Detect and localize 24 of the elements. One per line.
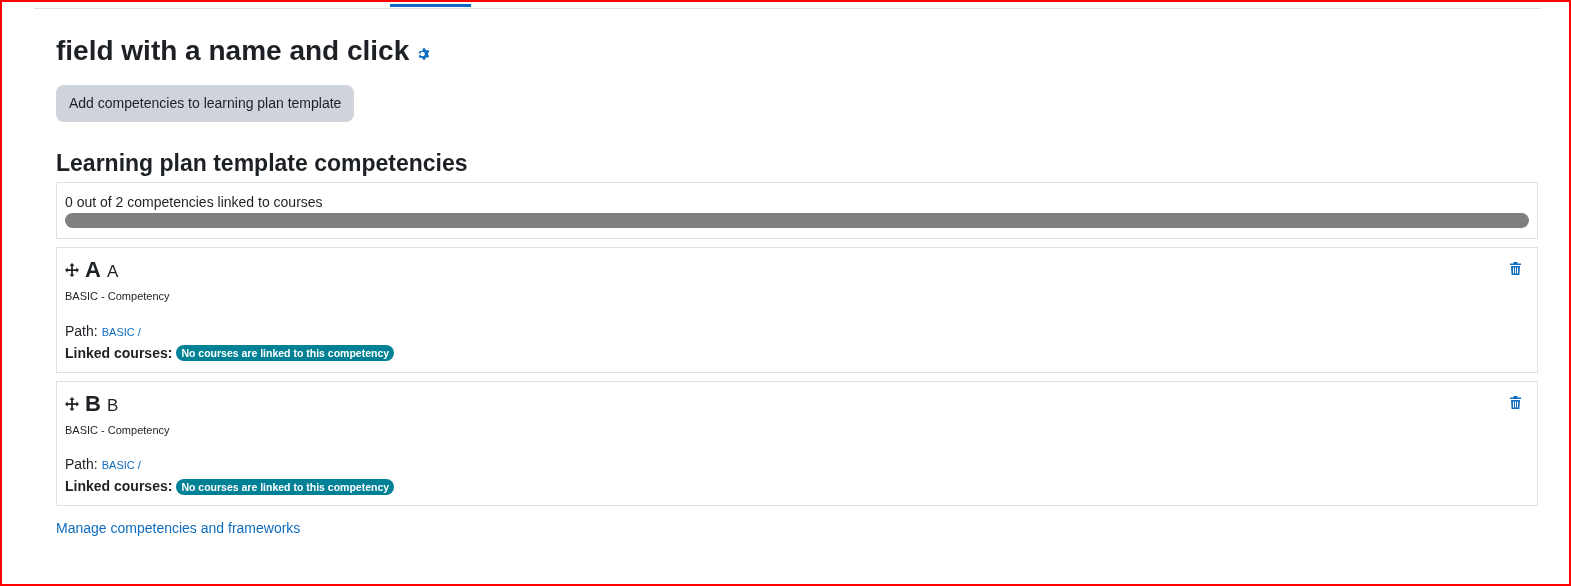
delete-icon[interactable] <box>1510 262 1521 275</box>
competency-idnumber: A <box>106 261 119 283</box>
settings-icon[interactable] <box>417 47 432 61</box>
move-icon[interactable] <box>65 396 79 411</box>
competency-idnumber: B <box>106 394 119 417</box>
path-link[interactable]: BASIC / <box>101 323 141 340</box>
manage-link[interactable]: Manage competencies and frameworks <box>56 518 1538 539</box>
section-heading: Learning plan template competencies <box>56 149 469 178</box>
competency-shortname: B <box>85 389 101 418</box>
status-badge: No courses are linked to this competency <box>176 478 395 495</box>
delete-icon[interactable] <box>1510 395 1521 409</box>
add-competencies-button[interactable]: Add competencies to learning plan template <box>56 85 355 122</box>
path-label: Path: <box>65 321 98 341</box>
progress-text: 0 out of 2 competencies linked to courses <box>65 193 324 211</box>
framework-label: BASIC - Competency <box>65 289 171 304</box>
page-title: field with a name and click <box>56 34 410 68</box>
linked-courses-label: Linked courses: <box>65 477 173 496</box>
status-badge: No courses are linked to this competency <box>176 345 395 361</box>
move-icon[interactable] <box>65 263 79 277</box>
competency-shortname: A <box>85 256 101 284</box>
path-label: Path: <box>65 455 98 474</box>
framework-label: BASIC - Competency <box>65 422 171 438</box>
path-link[interactable]: BASIC / <box>101 457 141 474</box>
linked-courses-label: Linked courses: <box>65 343 173 363</box>
